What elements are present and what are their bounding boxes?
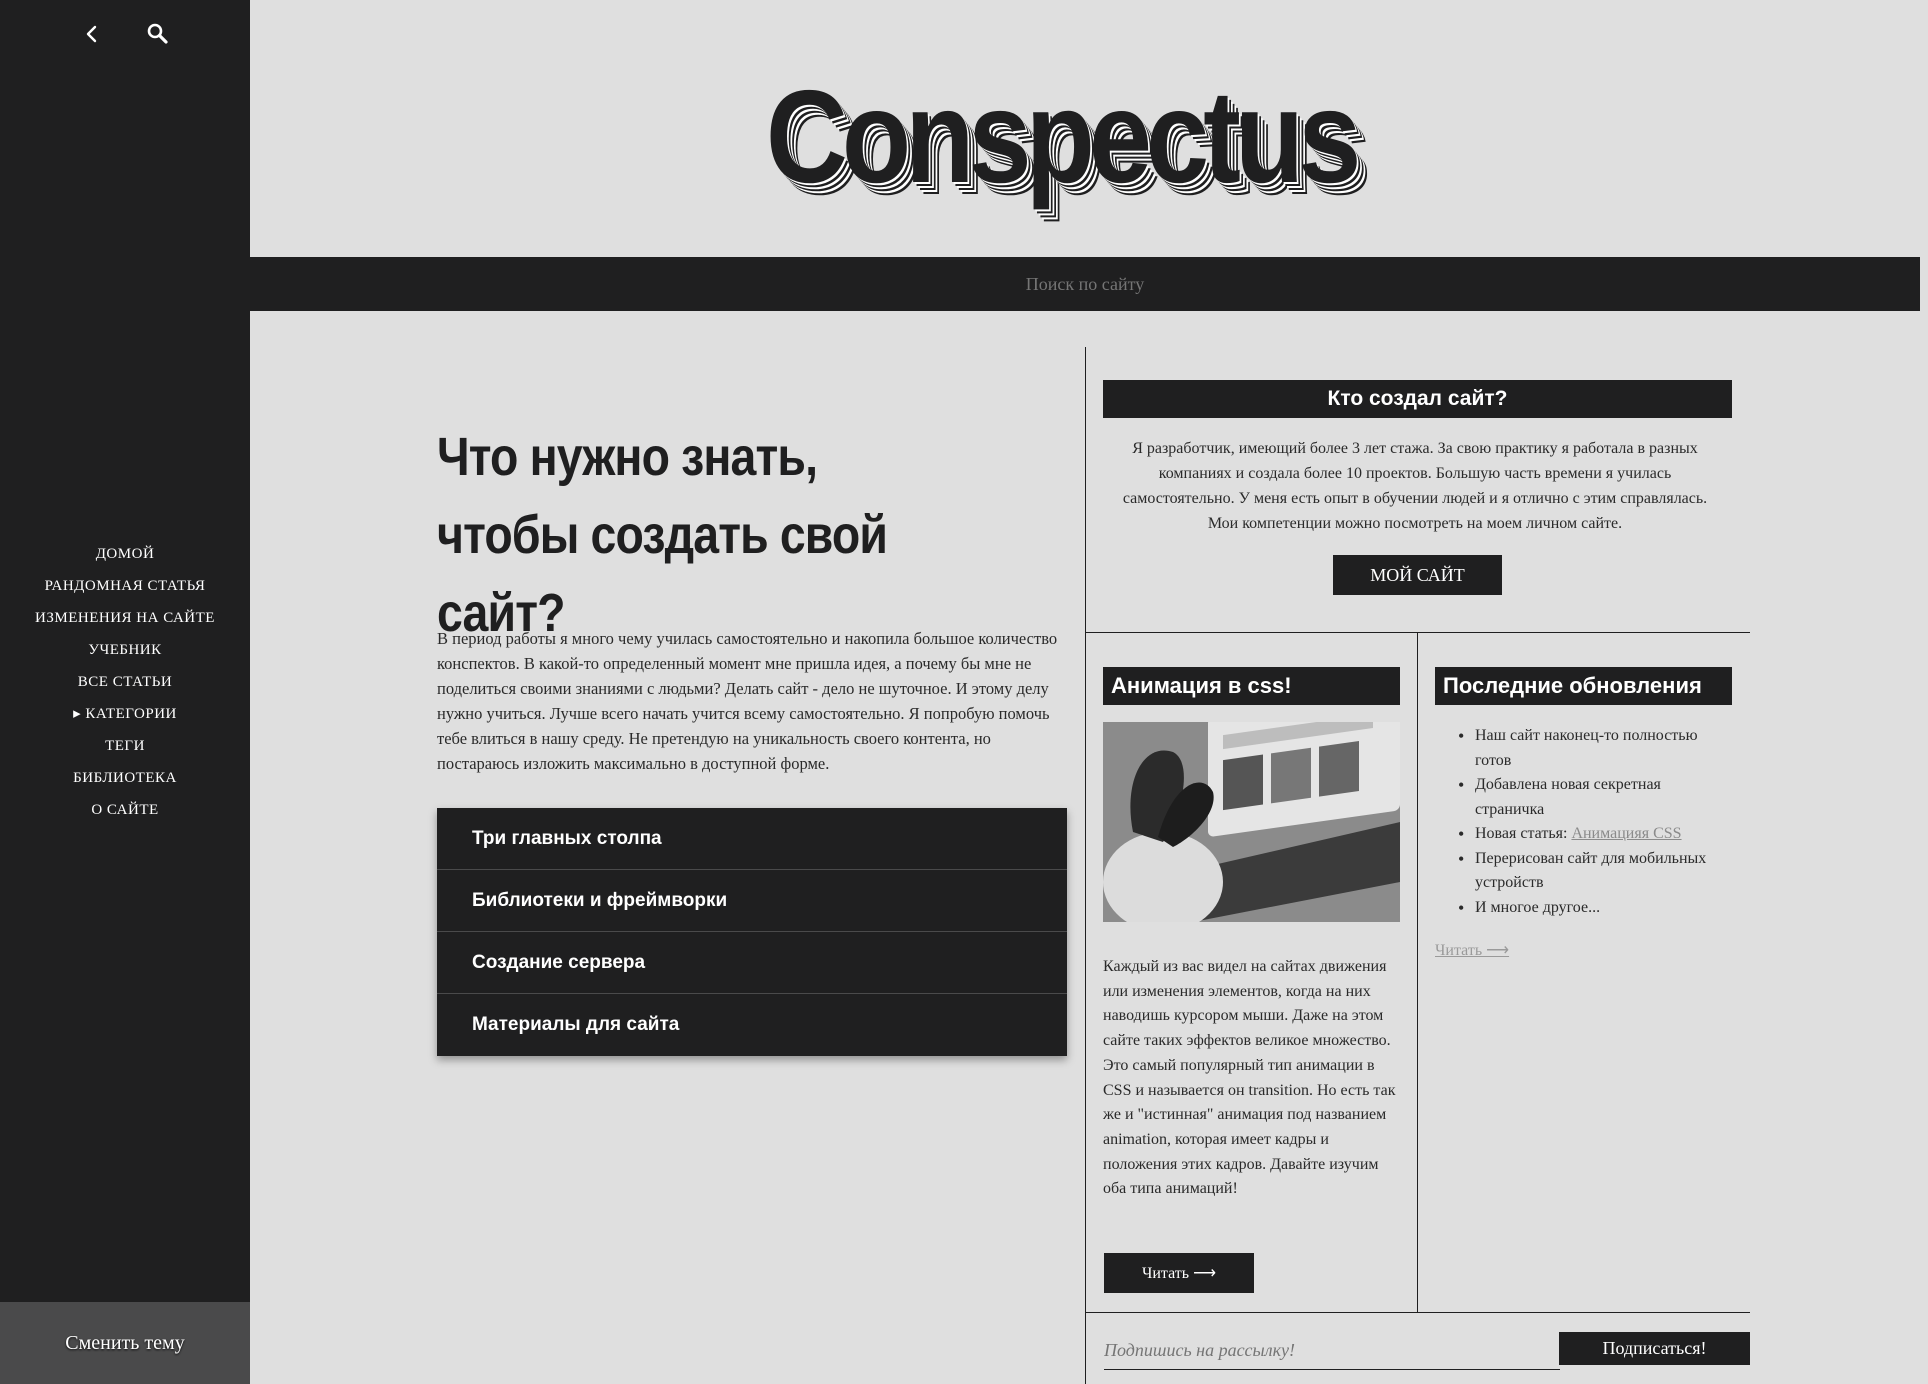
nav-all-articles[interactable]: ВСЕ СТАТЬИ [0,666,250,698]
site-logo[interactable]: Conspectus [766,70,1362,203]
list-item-text: Новая статья: [1475,825,1572,842]
laptop-image [1103,722,1400,922]
list-item: Новая статья: Анимацияя CSS [1458,822,1733,847]
subscribe-button[interactable]: Подписаться! [1559,1332,1750,1365]
accordion-item[interactable]: Создание сервера [437,932,1067,994]
who-text: Я разработчик, имеющий более 3 лет стажа… [1122,440,1708,532]
article-link[interactable]: Анимацияя CSS [1571,825,1681,842]
read-animation-button[interactable]: Читать ⟶ [1104,1253,1254,1293]
nav-site-changes[interactable]: ИЗМЕНЕНИЯ НА САЙТЕ [0,602,250,634]
page-title: Что нужно знать, чтобы создать свой сайт… [437,427,888,643]
change-theme-button[interactable]: Сменить тему [0,1302,250,1384]
section-divider [1085,1312,1750,1313]
laptop-illustration [1103,722,1400,922]
list-item: Перерисован сайт для мобильных устройств [1458,847,1733,896]
topics-accordion: Три главных столпа Библиотеки и фреймвор… [437,808,1067,1056]
site-search-input[interactable] [250,257,1920,311]
header: Conspectus [250,0,1920,257]
accordion-item[interactable]: Библиотеки и фреймворки [437,870,1067,932]
nav-tutorial[interactable]: УЧЕБНИК [0,634,250,666]
list-item: И многое другое... [1458,896,1733,921]
search-icon[interactable] [146,22,170,46]
animation-heading: Анимация в css! [1103,667,1400,705]
read-updates-link[interactable]: Читать ⟶ [1435,940,1509,960]
who-heading: Кто создал сайт? [1103,380,1732,418]
nav-home[interactable]: ДОМОЙ [0,538,250,570]
intro-paragraph: В период работы я много чему училась сам… [437,629,1058,773]
accordion-item[interactable]: Материалы для сайта [437,994,1067,1056]
subscribe-email-input[interactable] [1104,1332,1560,1370]
card-divider [1417,632,1418,1312]
accordion-item[interactable]: Три главных столпа [437,808,1067,870]
sidebar-nav: ДОМОЙ РАНДОМНАЯ СТАТЬЯ ИЗМЕНЕНИЯ НА САЙТ… [0,538,250,826]
list-item: Наш сайт наконец-то полностью готов [1458,724,1733,773]
updates-list: Наш сайт наконец-то полностью готов Доба… [1458,724,1733,920]
nav-categories[interactable]: ▸ КАТЕГОРИИ [0,698,250,730]
my-site-button[interactable]: МОЙ САЙТ [1333,555,1502,595]
sidebar: ДОМОЙ РАНДОМНАЯ СТАТЬЯ ИЗМЕНЕНИЯ НА САЙТ… [0,0,250,1384]
nav-random-article[interactable]: РАНДОМНАЯ СТАТЬЯ [0,570,250,602]
animation-text: Каждый из вас видел на сайтах движения и… [1103,958,1396,1198]
nav-library[interactable]: БИБЛИОТЕКА [0,762,250,794]
chevron-left-icon[interactable] [82,22,102,46]
list-item: Добавлена новая секретная страничка [1458,773,1733,822]
column-divider [1085,347,1086,1384]
updates-heading: Последние обновления [1435,667,1732,705]
sidebar-top-icons [0,18,250,48]
nav-tags[interactable]: ТЕГИ [0,730,250,762]
nav-about[interactable]: О САЙТЕ [0,794,250,826]
site-search-bar [250,257,1920,311]
